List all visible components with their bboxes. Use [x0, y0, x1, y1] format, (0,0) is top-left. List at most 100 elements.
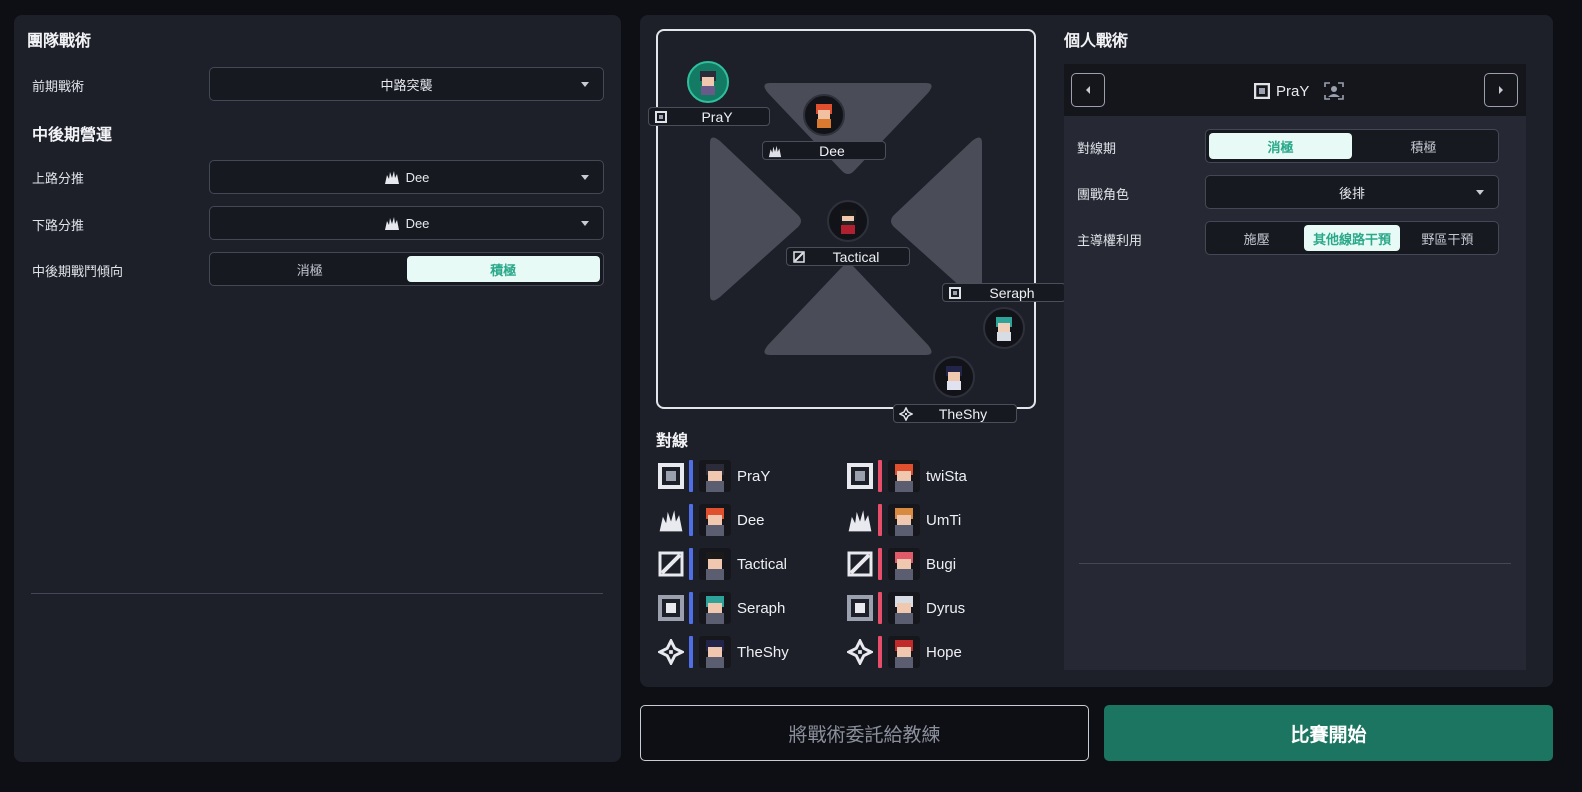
ally-player-name: Dee	[737, 511, 765, 529]
chevron-down-icon	[1476, 190, 1484, 195]
map-tag-theshy: TheShy	[893, 404, 1017, 423]
enemy-team-bar	[878, 504, 882, 536]
portrait-icon	[895, 640, 913, 668]
delegate-to-coach-button[interactable]: 將戰術委託給教練	[640, 705, 1089, 761]
chevron-down-icon	[581, 221, 589, 226]
map-token-dee[interactable]	[803, 94, 845, 136]
ally-team-bar	[689, 636, 693, 668]
player-avatar	[888, 592, 920, 624]
bot-push-value: Dee	[405, 215, 430, 231]
portrait-icon	[706, 596, 724, 624]
ally-matchup-row: PraY	[657, 459, 770, 493]
early-tactic-value: 中路突襲	[380, 77, 433, 93]
slash-role-icon	[847, 551, 873, 577]
chevron-right-icon	[1499, 86, 1503, 94]
pray-avatar-icon	[700, 71, 716, 95]
enemy-player-name: UmTi	[926, 511, 962, 529]
fight-tendency-label: 中後期戰鬥傾向	[32, 264, 124, 279]
start-match-button[interactable]: 比賽開始	[1104, 705, 1553, 761]
priority-option-pressure[interactable]: 施壓	[1209, 225, 1304, 251]
priority-toggle: 施壓 其他線路干預 野區干預	[1205, 221, 1499, 255]
role-icon	[657, 506, 685, 534]
top-push-value: Dee	[405, 169, 430, 185]
ally-team-bar	[689, 460, 693, 492]
early-tactic-dropdown[interactable]: 中路突襲	[209, 67, 604, 101]
top-push-dropdown[interactable]: Dee	[209, 160, 604, 194]
map-tag-pray: PraY	[648, 107, 770, 126]
diamond-role-icon	[658, 639, 684, 665]
ally-matchup-row: Seraph	[657, 591, 785, 625]
mid-late-title: 中後期營運	[32, 127, 113, 144]
portrait-icon	[895, 464, 913, 492]
player-profile-icon[interactable]	[1323, 80, 1345, 102]
map-name-seraph: Seraph	[989, 284, 1035, 301]
teamfight-role-value: 後排	[1338, 185, 1365, 201]
fight-tendency-toggle: 消極 積極	[209, 252, 604, 286]
bot-push-label: 下路分推	[32, 218, 85, 233]
laning-option-aggressive[interactable]: 積極	[1352, 133, 1495, 159]
laning-option-passive[interactable]: 消極	[1209, 133, 1352, 159]
square-role-icon	[847, 463, 873, 489]
square-role-icon	[655, 110, 667, 123]
crown-role-icon	[384, 171, 399, 184]
diamond-role-icon	[847, 639, 873, 665]
enemy-team-bar	[878, 636, 882, 668]
enemy-matchup-row: Dyrus	[846, 591, 965, 625]
crown-role-icon	[384, 217, 399, 230]
prev-player-button[interactable]	[1071, 73, 1105, 107]
teamfight-role-label: 團戰角色	[1077, 187, 1130, 202]
individual-tactics-title: 個人戰術	[1064, 33, 1129, 50]
ally-player-name: Seraph	[737, 599, 786, 617]
role-icon	[657, 550, 685, 578]
top-push-label: 上路分推	[32, 171, 85, 186]
map-name-dee: Dee	[819, 142, 845, 159]
square-role-icon	[847, 595, 873, 621]
ally-team-bar	[689, 592, 693, 624]
priority-option-jungle[interactable]: 野區干預	[1400, 225, 1495, 251]
chevron-down-icon	[581, 175, 589, 180]
priority-option-other-lanes[interactable]: 其他線路干預	[1304, 225, 1400, 251]
portrait-icon	[895, 552, 913, 580]
enemy-player-name: Bugi	[926, 555, 957, 573]
enemy-player-name: Dyrus	[926, 599, 966, 617]
player-avatar	[699, 548, 731, 580]
map-token-pray[interactable]	[687, 61, 729, 103]
ally-player-name: TheShy	[737, 643, 789, 661]
portrait-icon	[706, 640, 724, 668]
crown-role-icon	[659, 510, 683, 532]
seraph-avatar-icon	[996, 317, 1012, 341]
map-token-seraph[interactable]	[983, 307, 1025, 349]
matchup-title: 對線	[656, 433, 689, 450]
ally-player-name: Tactical	[737, 555, 788, 573]
map-token-tactical[interactable]	[827, 200, 869, 242]
square-role-icon	[949, 286, 961, 299]
ally-team-bar	[689, 504, 693, 536]
fight-option-passive[interactable]: 消極	[213, 256, 407, 282]
role-icon	[846, 594, 874, 622]
role-icon	[846, 638, 874, 666]
next-player-button[interactable]	[1484, 73, 1518, 107]
role-icon	[846, 550, 874, 578]
portrait-icon	[706, 464, 724, 492]
priority-label: 主導權利用	[1077, 233, 1143, 248]
dee-avatar-icon	[816, 104, 832, 128]
chevron-down-icon	[581, 82, 589, 87]
enemy-team-bar	[878, 548, 882, 580]
team-tactics-title: 團隊戰術	[27, 33, 92, 50]
player-avatar	[888, 504, 920, 536]
teamfight-role-dropdown[interactable]: 後排	[1205, 175, 1499, 209]
map-token-theshy[interactable]	[933, 356, 975, 398]
player-avatar	[699, 636, 731, 668]
role-icon	[657, 638, 685, 666]
tactical-avatar-icon	[840, 210, 856, 234]
enemy-matchup-row: Hope	[846, 635, 962, 669]
player-avatar	[699, 504, 731, 536]
role-icon	[657, 594, 685, 622]
map-tag-seraph: Seraph	[942, 283, 1066, 302]
player-avatar	[888, 636, 920, 668]
fight-option-aggressive[interactable]: 積極	[406, 256, 600, 282]
role-icon	[846, 506, 874, 534]
bot-push-dropdown[interactable]: Dee	[209, 206, 604, 240]
current-player-name: PraY	[1276, 82, 1310, 100]
enemy-player-name: twiSta	[926, 467, 967, 485]
